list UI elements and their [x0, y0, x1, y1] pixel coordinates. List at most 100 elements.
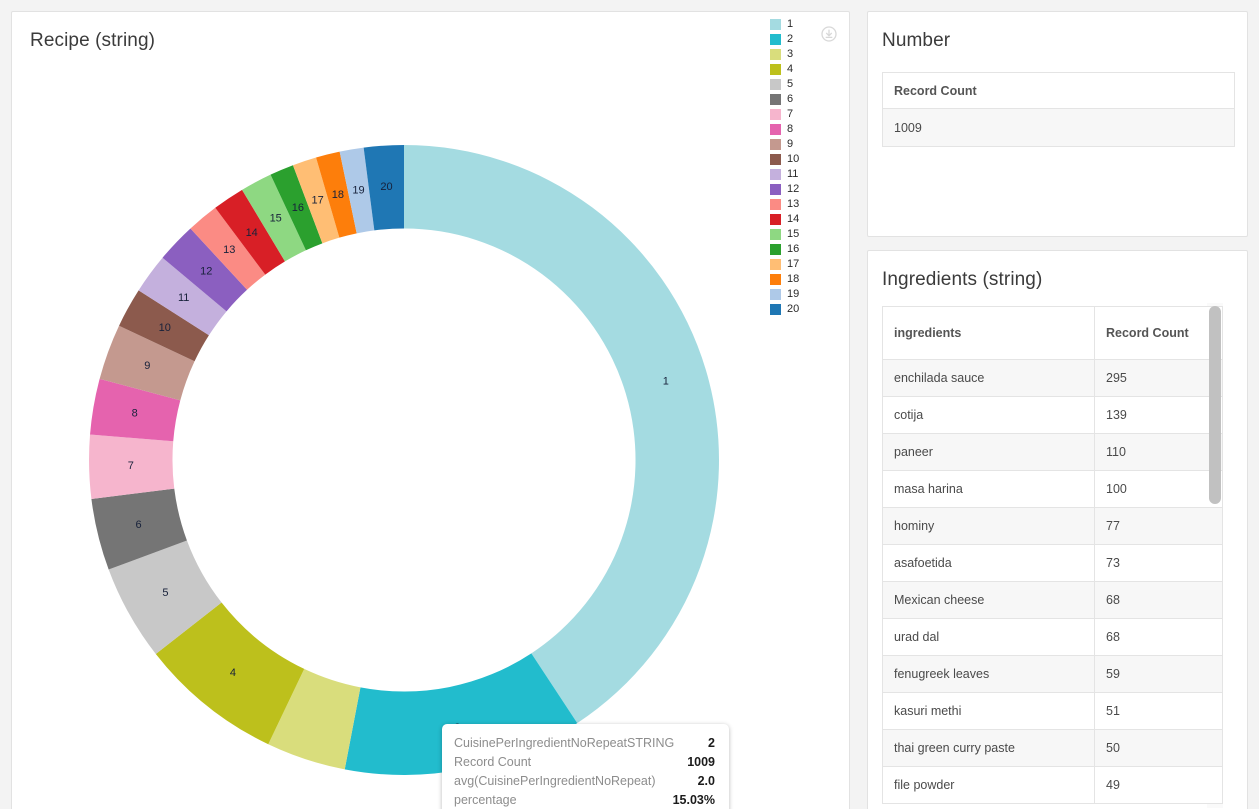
legend-item-5[interactable]: 5 — [770, 77, 840, 92]
cell-record-count: 1009 — [882, 108, 1235, 147]
legend-swatch-icon — [770, 289, 781, 300]
legend-swatch-icon — [770, 94, 781, 105]
legend-swatch-icon — [770, 109, 781, 120]
cell-record-count: 68 — [1094, 618, 1223, 656]
legend-item-15[interactable]: 15 — [770, 227, 840, 242]
legend-item-7[interactable]: 7 — [770, 107, 840, 122]
legend-item-4[interactable]: 4 — [770, 62, 840, 77]
legend-label: 4 — [787, 63, 794, 75]
ingredients-scrollbar-thumb[interactable] — [1209, 306, 1221, 504]
donut-chart-area: 124567891011121314151617181920 — [12, 70, 850, 809]
cell-record-count: 49 — [1094, 766, 1223, 804]
legend-item-11[interactable]: 11 — [770, 167, 840, 182]
legend-item-12[interactable]: 12 — [770, 182, 840, 197]
cell-ingredient: fenugreek leaves — [882, 655, 1095, 693]
legend-swatch-icon — [770, 184, 781, 195]
table-row: Mexican cheese 68 — [882, 581, 1223, 619]
legend-item-17[interactable]: 17 — [770, 257, 840, 272]
cell-ingredient: enchilada sauce — [882, 359, 1095, 397]
legend-swatch-icon — [770, 79, 781, 90]
column-header-record-count: Record Count — [882, 72, 1235, 109]
table-row: fenugreek leaves 59 — [882, 655, 1223, 693]
legend-item-14[interactable]: 14 — [770, 212, 840, 227]
cell-ingredient: file powder — [882, 766, 1095, 804]
legend-item-9[interactable]: 9 — [770, 137, 840, 152]
cell-ingredient: cotija — [882, 396, 1095, 434]
dashboard-page: Recipe (string) 124567891011121314151617… — [0, 0, 1259, 809]
cell-ingredient: paneer — [882, 433, 1095, 471]
cell-record-count: 59 — [1094, 655, 1223, 693]
legend-item-1[interactable]: 1 — [770, 17, 840, 32]
legend-swatch-icon — [770, 244, 781, 255]
legend-label: 5 — [787, 78, 794, 90]
legend-item-18[interactable]: 18 — [770, 272, 840, 287]
record-count-table: Record Count 1009 — [882, 72, 1235, 147]
legend-swatch-icon — [770, 64, 781, 75]
cell-ingredient: urad dal — [882, 618, 1095, 656]
number-card-title: Number — [882, 30, 951, 51]
legend-swatch-icon — [770, 154, 781, 165]
legend-swatch-icon — [770, 49, 781, 60]
legend-item-8[interactable]: 8 — [770, 122, 840, 137]
legend-label: 9 — [787, 138, 794, 150]
column-header-record-count: Record Count — [1094, 306, 1223, 360]
tooltip-value: 15.03% — [672, 793, 715, 807]
number-card: Number Record Count 1009 — [867, 11, 1248, 237]
table-row: kasuri methi 51 — [882, 692, 1223, 730]
legend-item-3[interactable]: 3 — [770, 47, 840, 62]
tooltip-key: avg(CuisinePerIngredientNoRepeat) — [454, 774, 656, 788]
table-row: cotija 139 — [882, 396, 1223, 434]
legend-item-16[interactable]: 16 — [770, 242, 840, 257]
legend-label: 12 — [787, 183, 800, 195]
legend-label: 2 — [787, 33, 794, 45]
legend-label: 10 — [787, 153, 800, 165]
legend-label: 19 — [787, 288, 800, 300]
legend-item-20[interactable]: 20 — [770, 302, 840, 317]
ingredients-table-viewport: ingredients Record Count enchilada sauce… — [882, 306, 1235, 809]
table-row: enchilada sauce 295 — [882, 359, 1223, 397]
legend-label: 7 — [787, 108, 794, 120]
cell-ingredient: kasuri methi — [882, 692, 1095, 730]
legend-label: 14 — [787, 213, 800, 225]
cell-record-count: 295 — [1094, 359, 1223, 397]
recipe-card-title: Recipe (string) — [30, 30, 156, 51]
legend-label: 3 — [787, 48, 794, 60]
chart-legend: 1 2 3 4 5 6 7 8 9 10 11 12 13 14 15 16 17 18 19 20 — [770, 17, 840, 317]
legend-item-2[interactable]: 2 — [770, 32, 840, 47]
cell-record-count: 51 — [1094, 692, 1223, 730]
legend-label: 6 — [787, 93, 794, 105]
cell-record-count: 100 — [1094, 470, 1223, 508]
donut-slice-1[interactable] — [404, 145, 720, 724]
legend-item-6[interactable]: 6 — [770, 92, 840, 107]
table-header-row: ingredients Record Count — [882, 306, 1223, 360]
legend-swatch-icon — [770, 274, 781, 285]
legend-item-10[interactable]: 10 — [770, 152, 840, 167]
ingredients-table: ingredients Record Count enchilada sauce… — [882, 306, 1223, 804]
cell-record-count: 50 — [1094, 729, 1223, 767]
legend-item-13[interactable]: 13 — [770, 197, 840, 212]
donut-slice-7[interactable] — [89, 434, 175, 499]
table-row: 1009 — [882, 108, 1235, 147]
donut-chart[interactable]: 124567891011121314151617181920 — [12, 70, 850, 809]
table-row: paneer 110 — [882, 433, 1223, 471]
table-row: asafoetida 73 — [882, 544, 1223, 582]
chart-tooltip: CuisinePerIngredientNoRepeatSTRING 2 Recor… — [442, 724, 729, 809]
tooltip-key: percentage — [454, 793, 517, 807]
legend-label: 17 — [787, 258, 800, 270]
table-row: urad dal 68 — [882, 618, 1223, 656]
legend-swatch-icon — [770, 259, 781, 270]
legend-label: 18 — [787, 273, 800, 285]
table-row: thai green curry paste 50 — [882, 729, 1223, 767]
legend-label: 11 — [787, 168, 799, 180]
legend-label: 20 — [787, 303, 800, 315]
cell-record-count: 68 — [1094, 581, 1223, 619]
cell-ingredient: thai green curry paste — [882, 729, 1095, 767]
legend-label: 8 — [787, 123, 794, 135]
tooltip-value: 2.0 — [697, 774, 715, 788]
legend-item-19[interactable]: 19 — [770, 287, 840, 302]
legend-swatch-icon — [770, 229, 781, 240]
recipe-chart-card: Recipe (string) 124567891011121314151617… — [11, 11, 850, 809]
tooltip-value: 1009 — [687, 755, 715, 769]
legend-label: 13 — [787, 198, 800, 210]
tooltip-key: CuisinePerIngredientNoRepeatSTRING — [454, 736, 675, 750]
